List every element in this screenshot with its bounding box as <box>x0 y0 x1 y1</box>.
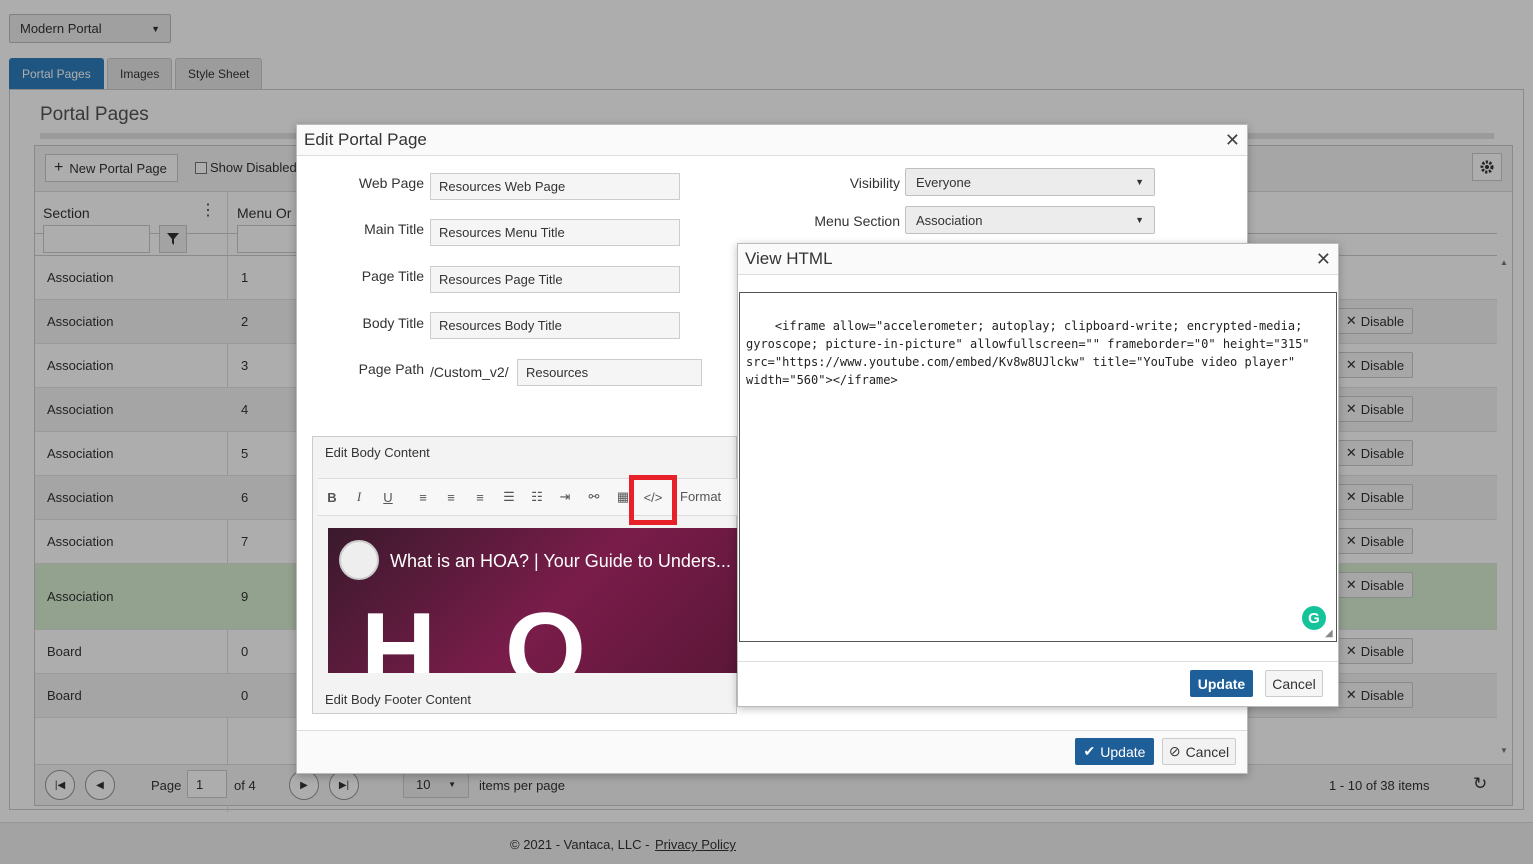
bullet-list-icon[interactable]: ☰ <box>499 488 519 506</box>
body-footer-content-header: Edit Body Footer Content <box>325 692 471 707</box>
embedded-video: What is an HOA? | Your Guide to Unders..… <box>328 528 737 673</box>
page-path-label: Page Path <box>358 361 424 377</box>
view-html-title: View HTML <box>745 249 833 268</box>
indent-icon[interactable]: ⇥ <box>555 488 575 506</box>
menu-section-label: Menu Section <box>814 213 900 229</box>
link-icon[interactable]: ⚯ <box>584 488 604 506</box>
web-page-input[interactable]: Resources Web Page <box>430 173 680 200</box>
format-dropdown[interactable]: Format <box>680 489 721 504</box>
edit-update-label: Update <box>1100 743 1146 760</box>
cancel-icon: ⊘ <box>1168 743 1181 759</box>
close-icon[interactable]: ✕ <box>1316 249 1331 270</box>
main-title-input[interactable]: Resources Menu Title <box>430 219 680 246</box>
body-title-input[interactable]: Resources Body Title <box>430 312 680 339</box>
close-icon[interactable]: ✕ <box>1225 130 1240 151</box>
body-content-header: Edit Body Content <box>325 445 430 460</box>
page-title-input[interactable]: Resources Page Title <box>430 266 680 293</box>
resize-handle-icon[interactable]: ◢ <box>1325 628 1333 639</box>
page-path-prefix: /Custom_v2/ <box>430 364 509 380</box>
video-title[interactable]: What is an HOA? | Your Guide to Unders..… <box>390 551 731 572</box>
view-html-dialog: View HTML ✕ <iframe allow="accelerometer… <box>737 243 1339 707</box>
edit-cancel-button[interactable]: ⊘ Cancel <box>1162 738 1236 765</box>
visibility-value: Everyone <box>916 174 971 190</box>
align-left-icon[interactable]: ≡ <box>413 488 433 506</box>
italic-icon[interactable]: I <box>349 488 369 506</box>
html-cancel-button[interactable]: Cancel <box>1265 670 1323 697</box>
body-title-label: Body Title <box>362 315 424 331</box>
align-center-icon[interactable]: ≡ <box>441 488 461 506</box>
web-page-label: Web Page <box>358 175 424 191</box>
check-icon: ✔ <box>1083 743 1096 759</box>
edit-dialog-titlebar: Edit Portal Page ✕ <box>297 125 1247 156</box>
visibility-label: Visibility <box>849 175 900 191</box>
video-overlay-text: H O <box>361 592 606 673</box>
view-html-titlebar: View HTML ✕ <box>738 244 1338 275</box>
numbered-list-icon[interactable]: ☷ <box>527 488 547 506</box>
edit-dialog-title: Edit Portal Page <box>304 130 427 149</box>
html-code: <iframe allow="accelerometer; autoplay; … <box>746 319 1317 387</box>
underline-icon[interactable]: U <box>378 488 398 506</box>
grammarly-icon[interactable]: G <box>1302 606 1326 630</box>
page-path-input[interactable]: Resources <box>517 359 702 386</box>
bold-icon[interactable]: B <box>322 488 342 506</box>
channel-avatar <box>339 540 379 580</box>
chevron-down-icon: ▼ <box>1135 177 1144 187</box>
align-right-icon[interactable]: ≡ <box>470 488 490 506</box>
main-title-label: Main Title <box>364 221 424 237</box>
html-update-button[interactable]: Update <box>1190 670 1253 697</box>
edit-update-button[interactable]: ✔ Update <box>1075 738 1154 765</box>
visibility-select[interactable]: Everyone ▼ <box>905 168 1155 196</box>
view-html-divider <box>738 661 1338 662</box>
menu-section-select[interactable]: Association ▼ <box>905 206 1155 234</box>
menu-section-value: Association <box>916 212 983 228</box>
chevron-down-icon: ▼ <box>1135 215 1144 225</box>
edit-cancel-label: Cancel <box>1185 743 1230 760</box>
html-code-textarea[interactable]: <iframe allow="accelerometer; autoplay; … <box>739 292 1337 642</box>
page-title-label: Page Title <box>361 268 424 284</box>
view-html-icon[interactable]: </> <box>643 488 663 506</box>
